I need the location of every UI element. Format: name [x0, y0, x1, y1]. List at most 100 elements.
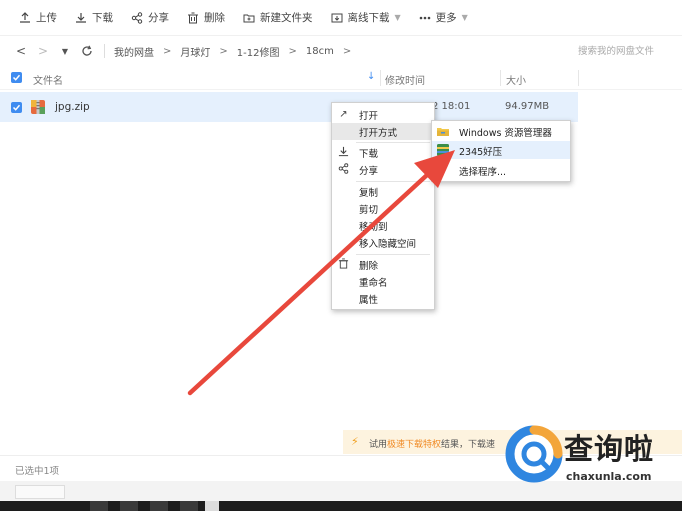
sort-arrow-icon[interactable]: ↓: [367, 71, 375, 82]
divider: [356, 181, 430, 182]
menu-item-label: 删除: [359, 261, 379, 272]
divider: [104, 44, 105, 58]
menu-item-cut[interactable]: 剪切: [332, 200, 434, 217]
back-icon[interactable]: <: [10, 40, 32, 62]
menu-item-delete[interactable]: 删除: [332, 256, 434, 273]
taskbar-item[interactable]: [150, 501, 168, 511]
haozip-icon: [437, 144, 449, 156]
submenu-item-label: 2345好压: [459, 147, 503, 158]
column-header-modified[interactable]: 修改时间: [385, 72, 425, 87]
zip-archive-icon: [31, 100, 45, 114]
promo-highlight-link[interactable]: 极速下载特权: [387, 440, 441, 450]
menu-item-label: 移入隐藏空间: [359, 239, 417, 250]
window-tab[interactable]: [15, 485, 65, 499]
row-checkbox[interactable]: [11, 102, 22, 113]
menu-item-label: 属性: [359, 295, 379, 306]
menu-item-download[interactable]: 下载: [332, 144, 434, 161]
divider: [356, 254, 430, 255]
share-icon: [131, 11, 143, 24]
new-folder-label: 新建文件夹: [260, 12, 313, 24]
download-label: 下载: [92, 12, 113, 24]
delete-button[interactable]: 删除: [178, 0, 234, 36]
trash-icon: [337, 258, 350, 271]
breadcrumb-item[interactable]: 1-12修图: [237, 44, 280, 59]
file-list-header: 文件名 ↓ 修改时间 大小: [0, 66, 682, 90]
history-dropdown-icon[interactable]: ▼: [54, 40, 76, 62]
divider: [500, 70, 501, 86]
search-input[interactable]: 搜索我的网盘文件: [578, 43, 654, 57]
menu-item-label: 分享: [359, 166, 379, 177]
menu-item-label: 打开: [359, 111, 379, 122]
open-arrow-icon: ↗: [339, 109, 348, 120]
menu-item-open[interactable]: ↗ 打开: [332, 106, 434, 123]
taskbar-item[interactable]: [205, 501, 219, 511]
column-header-size[interactable]: 大小: [506, 72, 526, 87]
menu-item-open-with[interactable]: 打开方式: [332, 123, 434, 140]
share-button[interactable]: 分享: [122, 0, 178, 36]
menu-item-share[interactable]: 分享: [332, 161, 434, 178]
share-label: 分享: [148, 12, 169, 24]
menu-item-rename[interactable]: 重命名: [332, 273, 434, 290]
select-all-checkbox[interactable]: [11, 72, 22, 83]
breadcrumb-item[interactable]: 月球灯: [180, 44, 210, 59]
menu-item-move-to-hidden-space[interactable]: 移入隐藏空间: [332, 234, 434, 251]
breadcrumb-item[interactable]: 我的网盘: [114, 44, 154, 59]
download-icon: [76, 12, 86, 23]
upload-label: 上传: [36, 12, 57, 24]
toolbar: 上传 下载 分享 删除 新建文件夹 离线下载 ▼ 更多 ▼: [0, 0, 682, 36]
refresh-icon[interactable]: [76, 40, 98, 62]
taskbar-item[interactable]: [120, 501, 138, 511]
forward-icon[interactable]: >: [32, 40, 54, 62]
watermark-logo-icon: [505, 425, 563, 483]
submenu-item-haozip[interactable]: 2345好压: [432, 141, 570, 159]
menu-item-label: 复制: [359, 188, 379, 199]
submenu-item-choose-program[interactable]: 选择程序...: [432, 161, 570, 179]
lightning-icon: ⚡: [351, 435, 359, 448]
context-menu: ↗ 打开 打开方式 下载 分享 复制 剪切 移动到 移入隐藏空间 删除 重命名 …: [331, 102, 435, 310]
table-row[interactable]: jpg.zip 2 18:01 94.97MB: [0, 92, 578, 122]
taskbar-item[interactable]: [180, 501, 198, 511]
column-header-name[interactable]: 文件名: [33, 72, 63, 87]
watermark-text: 查询啦: [564, 432, 655, 466]
share-icon: [337, 163, 350, 176]
file-name[interactable]: jpg.zip: [55, 101, 90, 113]
trash-icon: [188, 12, 198, 23]
breadcrumb-item[interactable]: 18cm: [306, 46, 334, 57]
promo-suffix: 结果，下载速: [441, 440, 496, 450]
delete-label: 删除: [204, 12, 225, 24]
breadcrumb-separator: >: [219, 45, 228, 57]
submenu-item-windows-explorer[interactable]: Windows 资源管理器: [432, 122, 570, 140]
promo-prefix: 试用: [369, 440, 388, 450]
chevron-down-icon: ▼: [394, 13, 401, 22]
breadcrumb-separator: >: [288, 45, 297, 57]
menu-item-properties[interactable]: 属性: [332, 290, 434, 307]
taskbar-item[interactable]: [90, 501, 108, 511]
menu-item-label: 下载: [359, 149, 379, 160]
menu-item-copy[interactable]: 复制: [332, 183, 434, 200]
promo-text: 试用极速下载特权结果，下载速: [369, 437, 495, 450]
watermark: 查询啦 chaxunla.com: [502, 420, 682, 492]
upload-icon: [20, 11, 30, 23]
submenu-item-label: Windows 资源管理器: [459, 128, 552, 139]
open-with-submenu: Windows 资源管理器 2345好压 选择程序...: [431, 120, 571, 182]
more-button[interactable]: 更多 ▼: [410, 0, 477, 36]
windows-explorer-icon: [437, 128, 449, 136]
menu-item-label: 打开方式: [359, 128, 398, 139]
new-folder-button[interactable]: 新建文件夹: [234, 0, 322, 36]
offline-download-button[interactable]: 离线下载 ▼: [322, 0, 410, 36]
netdisk-window: 上传 下载 分享 删除 新建文件夹 离线下载 ▼ 更多 ▼ < > ▼ 我的网盘…: [0, 0, 682, 511]
divider: [356, 142, 430, 143]
divider: [380, 70, 381, 86]
breadcrumb-separator: >: [342, 45, 352, 57]
upload-button[interactable]: 上传: [10, 0, 66, 36]
menu-item-label: 移动到: [359, 222, 388, 233]
chevron-down-icon: ▼: [461, 13, 468, 22]
file-size: 94.97MB: [505, 101, 550, 112]
menu-item-move-to[interactable]: 移动到: [332, 217, 434, 234]
download-icon: [337, 146, 350, 159]
file-modified-time: 2 18:01: [432, 101, 471, 112]
submenu-item-label: 选择程序...: [459, 167, 507, 178]
download-button[interactable]: 下载: [66, 0, 122, 36]
divider: [578, 70, 579, 86]
offline-download-label: 离线下载: [347, 12, 390, 24]
